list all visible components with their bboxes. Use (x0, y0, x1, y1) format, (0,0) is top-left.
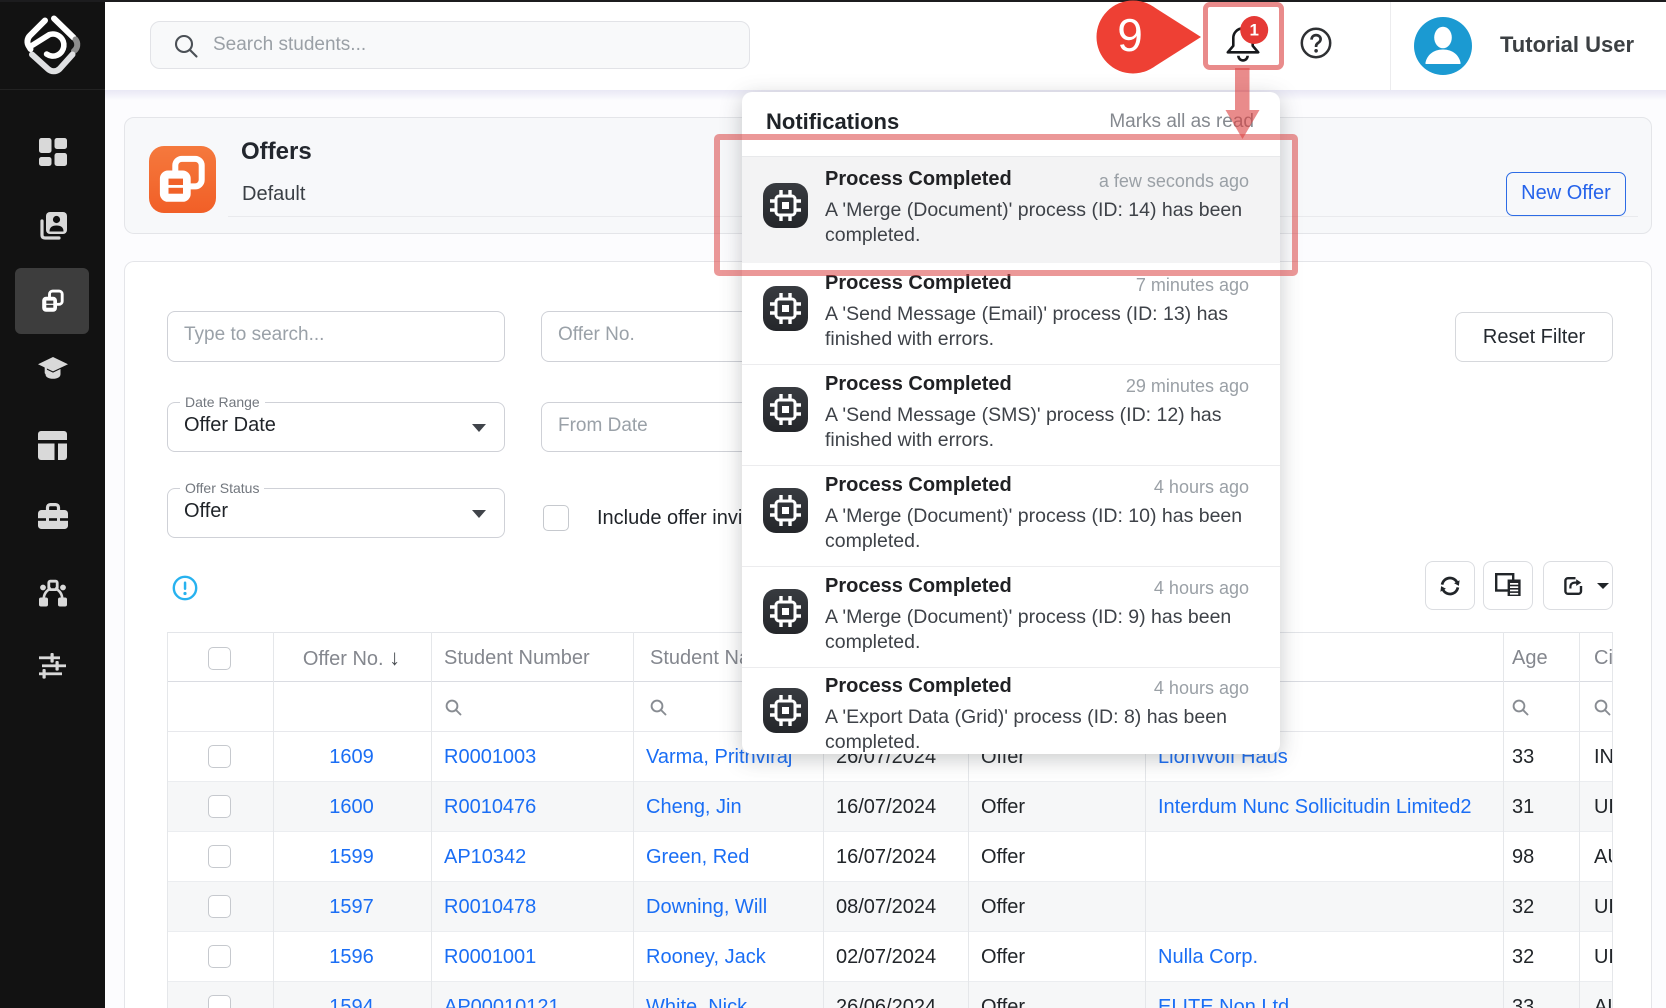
svg-text:9: 9 (1117, 9, 1143, 61)
